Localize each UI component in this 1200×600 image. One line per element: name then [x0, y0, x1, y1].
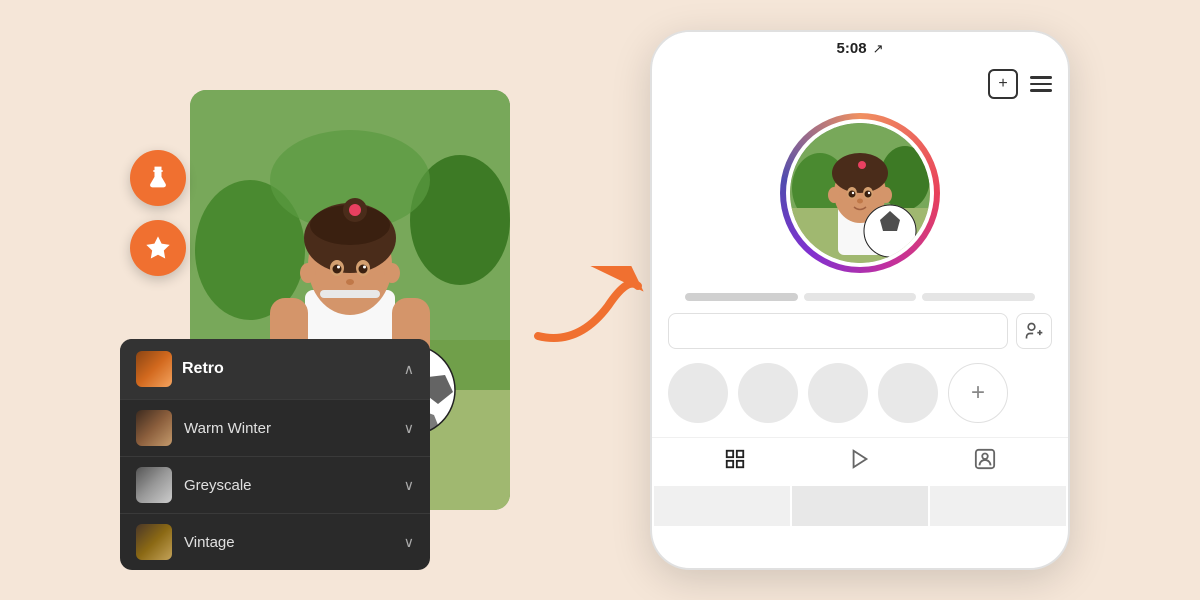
avatar-inner — [786, 119, 934, 267]
arrow-container — [528, 266, 648, 351]
filter-item-warm-winter[interactable]: Warm Winter ∨ — [120, 399, 430, 456]
nav-play-button[interactable] — [849, 448, 871, 476]
phone-toolbar: + — [652, 65, 1068, 103]
vintage-chevron: ∨ — [404, 534, 414, 551]
profile-icon — [974, 448, 996, 470]
phone-bottom-nav — [652, 437, 1068, 486]
lab-icon — [144, 164, 172, 192]
warm-winter-chevron: ∨ — [404, 420, 414, 437]
story-circle-3[interactable] — [808, 363, 868, 423]
stat-bar-2 — [804, 293, 917, 301]
add-story-button[interactable]: + — [948, 363, 1008, 423]
filter-item-greyscale[interactable]: Greyscale ∨ — [120, 456, 430, 513]
dropdown-header[interactable]: Retro ∧ — [120, 339, 430, 399]
play-icon — [849, 448, 871, 470]
filter-item-vintage[interactable]: Vintage ∨ — [120, 513, 430, 570]
menu-button[interactable] — [1030, 69, 1052, 99]
add-content-button[interactable]: + — [988, 69, 1018, 99]
story-circle-1[interactable] — [668, 363, 728, 423]
vintage-thumbnail — [136, 524, 172, 560]
grid-cell-3 — [930, 486, 1066, 526]
nav-profile-button[interactable] — [974, 448, 996, 476]
dropdown-header-left: Retro — [136, 351, 224, 387]
grid-cell-2 — [792, 486, 928, 526]
star-button[interactable] — [130, 220, 186, 276]
warm-winter-left: Warm Winter — [136, 410, 271, 446]
vintage-left: Vintage — [136, 524, 235, 560]
profile-stats — [672, 285, 1048, 309]
search-input[interactable] — [668, 313, 1008, 349]
grid-cell-1 — [654, 486, 790, 526]
story-circles-row: + — [652, 353, 1068, 433]
story-circle-2[interactable] — [738, 363, 798, 423]
story-avatar-container[interactable] — [780, 113, 940, 273]
dropdown-collapse-icon: ∧ — [404, 361, 414, 378]
direction-arrow — [528, 266, 648, 346]
greyscale-thumbnail — [136, 467, 172, 503]
greyscale-left: Greyscale — [136, 467, 252, 503]
star-icon — [144, 234, 172, 262]
lab-button[interactable] — [130, 150, 186, 206]
greyscale-label: Greyscale — [184, 477, 252, 494]
warm-winter-label: Warm Winter — [184, 420, 271, 437]
greyscale-chevron: ∨ — [404, 477, 414, 494]
navigation-icon: ↗ — [873, 41, 884, 57]
story-circle-4[interactable] — [878, 363, 938, 423]
stat-bar-1 — [685, 293, 798, 301]
scene: Retro ∧ Warm Winter ∨ Greyscale ∨ — [0, 0, 1200, 600]
add-person-icon — [1024, 321, 1044, 341]
nav-grid-button[interactable] — [724, 448, 746, 476]
vintage-label: Vintage — [184, 534, 235, 551]
status-bar: 5:08 ↗ — [652, 32, 1068, 65]
retro-thumbnail — [136, 351, 172, 387]
warm-winter-thumbnail — [136, 410, 172, 446]
avatar-illustration — [790, 123, 930, 263]
grid-icon — [724, 448, 746, 470]
add-person-button[interactable] — [1016, 313, 1052, 349]
status-time: 5:08 — [837, 40, 867, 57]
filter-dropdown: Retro ∧ Warm Winter ∨ Greyscale ∨ — [120, 339, 430, 570]
avatar-photo — [790, 123, 930, 263]
search-row — [652, 309, 1068, 353]
story-ring — [780, 113, 940, 273]
left-section: Retro ∧ Warm Winter ∨ Greyscale ∨ — [130, 90, 510, 510]
grid-preview-row — [652, 486, 1068, 526]
phone-mockup: 5:08 ↗ + — [650, 30, 1070, 570]
stat-bar-3 — [922, 293, 1035, 301]
dropdown-header-title: Retro — [182, 360, 224, 378]
profile-area — [652, 103, 1068, 309]
